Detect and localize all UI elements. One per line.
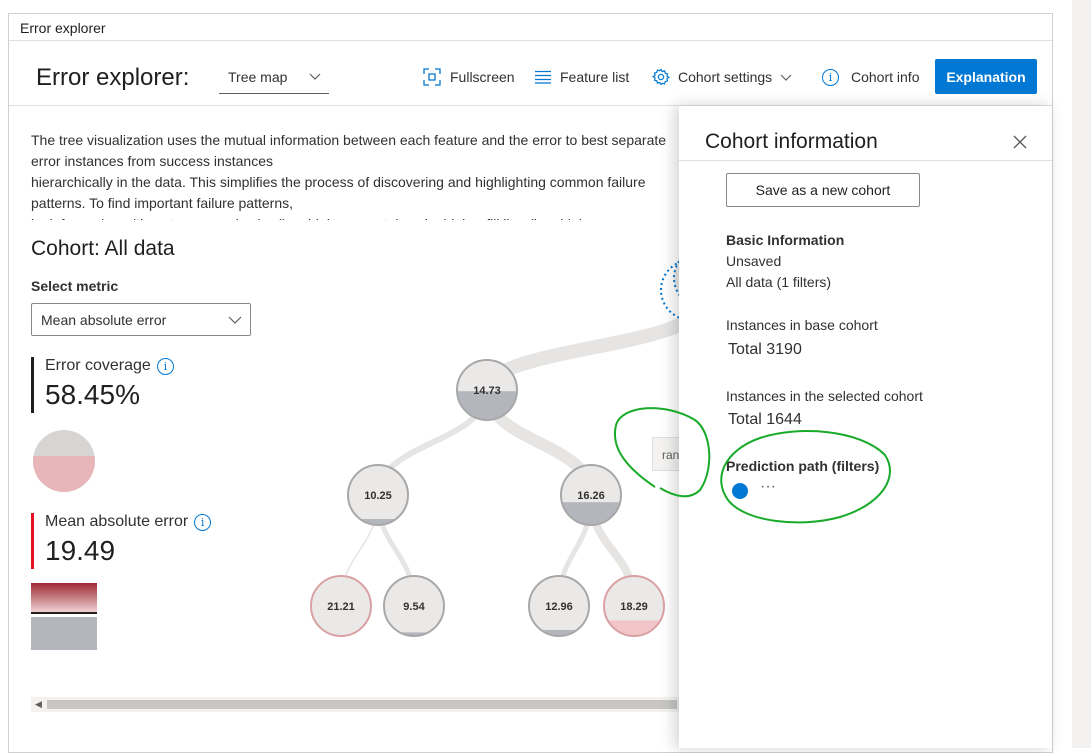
frame-title: Error explorer bbox=[20, 20, 106, 36]
base-cohort-label: Instances in base cohort bbox=[726, 317, 878, 333]
prediction-path-label: Prediction path (filters) bbox=[726, 458, 880, 474]
tree-map[interactable]: 14.73 10.25 16.26 21.21 9.54 12.96 18.29 bbox=[9, 210, 679, 690]
gear-icon bbox=[652, 68, 670, 86]
tree-node-label: 10.25 bbox=[364, 490, 392, 502]
page-title: Error explorer: bbox=[36, 64, 190, 91]
tree-node-label: 16.26 bbox=[577, 490, 605, 502]
tree-node-label: 14.73 bbox=[473, 385, 501, 397]
basic-info-filters: All data (1 filters) bbox=[726, 274, 832, 290]
explanation-button[interactable]: Explanation bbox=[935, 59, 1037, 94]
tree-link bbox=[480, 317, 679, 392]
tree-node-label: 12.96 bbox=[545, 601, 573, 613]
feature-list-label: Feature list bbox=[560, 69, 630, 85]
view-select-dropdown[interactable]: Tree map bbox=[219, 60, 329, 94]
selected-cohort-label: Instances in the selected cohort bbox=[726, 388, 923, 404]
tree-node[interactable]: 10.25 bbox=[347, 464, 409, 526]
scrollbar-thumb[interactable] bbox=[47, 700, 677, 709]
tree-node[interactable]: 21.21 bbox=[310, 575, 372, 637]
tree-node-label: 9.54 bbox=[403, 601, 425, 613]
close-icon[interactable] bbox=[1012, 134, 1028, 150]
base-cohort-total: Total 3190 bbox=[728, 341, 802, 358]
chevron-down-icon bbox=[309, 73, 321, 80]
basic-info-status: Unsaved bbox=[726, 253, 782, 269]
cohort-settings-label: Cohort settings bbox=[678, 69, 773, 85]
tree-node-label: 21.21 bbox=[327, 601, 355, 613]
cohort-info-button[interactable]: i Cohort info bbox=[822, 66, 919, 88]
tree-node[interactable]: 12.96 bbox=[528, 575, 590, 637]
scroll-left-icon[interactable]: ◀ bbox=[35, 699, 42, 710]
divider bbox=[9, 40, 1052, 41]
list-icon bbox=[535, 70, 551, 84]
basic-info-title: Basic Information bbox=[726, 232, 845, 248]
save-cohort-button[interactable]: Save as a new cohort bbox=[726, 173, 920, 207]
page-scrollbar[interactable] bbox=[1072, 0, 1091, 748]
prediction-path-dot[interactable] bbox=[732, 483, 748, 499]
cohort-info-label: Cohort info bbox=[851, 69, 920, 85]
view-select-value: Tree map bbox=[228, 69, 288, 85]
cohort-settings-button[interactable]: Cohort settings bbox=[652, 66, 792, 88]
cohort-info-panel: Cohort information Save as a new cohort … bbox=[679, 106, 1052, 748]
horizontal-scrollbar[interactable]: ◀ bbox=[31, 697, 681, 712]
feature-list-button[interactable]: Feature list bbox=[534, 66, 629, 88]
chevron-down-icon bbox=[780, 74, 792, 81]
fullscreen-button[interactable]: Fullscreen bbox=[422, 66, 515, 88]
selected-cohort-total: Total 1644 bbox=[728, 411, 802, 428]
divider bbox=[679, 160, 1052, 161]
tree-node[interactable]: 14.73 bbox=[456, 359, 518, 421]
info-icon: i bbox=[822, 68, 839, 86]
tree-node[interactable]: 18.29 bbox=[603, 575, 665, 637]
fullscreen-label: Fullscreen bbox=[450, 69, 515, 85]
prediction-path-more[interactable]: ··· bbox=[760, 478, 776, 496]
panel-title: Cohort information bbox=[705, 130, 878, 153]
tree-node[interactable]: 16.26 bbox=[560, 464, 622, 526]
tree-description: The tree visualization uses the mutual i… bbox=[31, 132, 690, 220]
tree-node[interactable]: 9.54 bbox=[383, 575, 445, 637]
fullscreen-icon bbox=[423, 68, 441, 86]
node-tooltip: ran bbox=[652, 437, 682, 471]
tree-node-label: 18.29 bbox=[620, 601, 648, 613]
